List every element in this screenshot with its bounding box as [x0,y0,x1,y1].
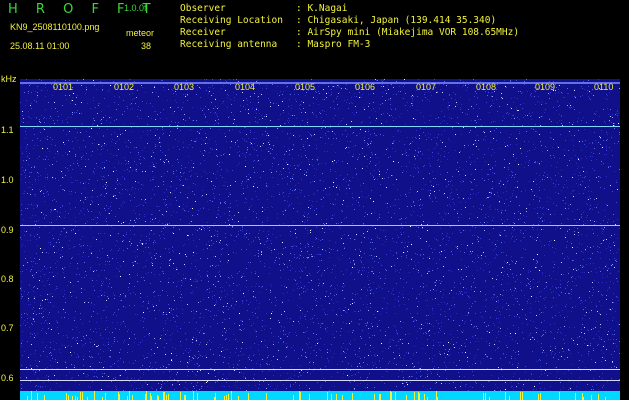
top-band-line [20,82,620,84]
noise-speckle-group [20,79,620,400]
info-label-observer: Observer [180,3,226,14]
x-tick-label: 0104 [235,82,256,92]
info-label-antenna: Receiving antenna [180,39,278,50]
frequency-unit-label: kHz [1,74,17,84]
y-tick-label: 0.9 [1,225,14,235]
plot-right-margin [620,79,629,400]
y-tick-label: 0.7 [1,323,14,333]
x-tick-label: 0110 [594,82,614,92]
meteor-label: meteor [126,28,155,38]
y-tick-label: 0.6 [1,373,14,383]
x-tick-label: 0109 [535,82,556,92]
signal-baseline [20,391,620,400]
x-tick-label: 0107 [416,82,437,92]
info-value-location: : Chigasaki, Japan (139.414 35.340) [296,15,497,26]
info-value-observer: : K.Nagai [296,3,348,14]
file-name: KN9_2508110100.png [10,22,100,32]
reference-line-lower [20,380,620,381]
x-tick-label: 0102 [114,82,135,92]
noise-speckle-group [20,79,620,400]
info-value-receiver: : AirSpy mini (Miakejima VOR 108.65MHz) [296,27,520,38]
x-tick-label: 0108 [476,82,497,92]
meteor-count: 38 [141,41,152,51]
x-tick-label: 0101 [53,82,74,92]
carrier-trace-1-1khz [20,126,620,127]
info-label-receiver: Receiver [180,27,226,38]
y-tick-label: 1.0 [1,175,14,185]
app-version: 1.0.0f [124,3,147,13]
spectrogram-plot [20,79,620,400]
info-value-antenna: : Maspro FM-3 [296,39,371,50]
x-tick-label: 0103 [174,82,195,92]
reference-line-upper [20,369,620,370]
noise-layer [20,79,620,400]
noise-speckle-group [22,79,618,400]
x-tick-label: 0106 [355,82,376,92]
y-tick-label: 1.1 [1,125,14,135]
observation-datetime: 25.08.11 01:00 [10,41,70,51]
hrofft-spectrogram-window: H R O F F T 1.0.0f KN9_2508110100.png me… [0,0,629,400]
y-tick-label: 0.8 [1,274,14,284]
info-label-location: Receiving Location [180,15,283,26]
noise-speckle-group [20,79,620,400]
spectrogram-canvas [20,79,620,400]
carrier-trace-0-9khz [20,225,620,226]
x-tick-label: 0105 [295,82,316,92]
